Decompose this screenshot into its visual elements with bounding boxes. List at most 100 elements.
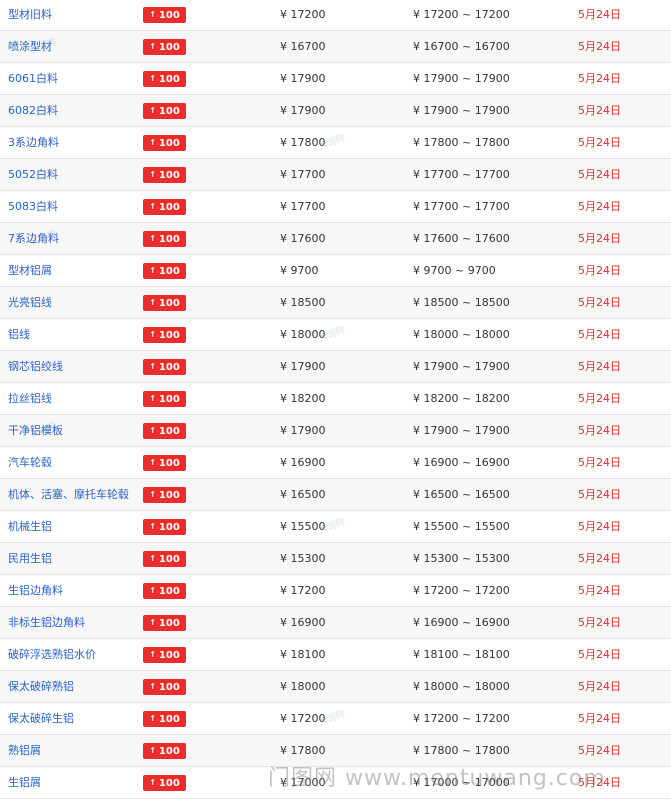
average-price: ¥ 17600 — [280, 232, 326, 245]
up-arrow-icon: ↑ — [149, 106, 156, 115]
product-name-link[interactable]: 保太破碎生铝 — [8, 703, 74, 734]
product-name-link[interactable]: 钢芯铝绞线 — [8, 351, 63, 382]
average-price: ¥ 16700 — [280, 40, 326, 53]
table-row: 3系边角料 ↑ 100 ¥ 17800 ¥ 17800 ~ 17800 5月24日 大润网 — [0, 127, 671, 159]
price-range: ¥ 17600 ~ 17600 — [413, 232, 510, 245]
up-arrow-icon: ↑ — [149, 714, 156, 723]
product-name-link[interactable]: 铝线 — [8, 319, 30, 350]
product-name-link[interactable]: 机械生铝 — [8, 511, 52, 542]
price-range: ¥ 16700 ~ 16700 — [413, 40, 510, 53]
change-value: 100 — [158, 330, 180, 341]
average-price: ¥ 16500 — [280, 488, 326, 501]
change-badge: ↑ 100 — [143, 519, 186, 535]
change-value: 100 — [158, 458, 180, 469]
update-date: 5月24日 — [578, 360, 621, 373]
change-value: 100 — [158, 522, 180, 533]
change-value: 100 — [158, 618, 180, 629]
price-range: ¥ 17200 ~ 17200 — [413, 712, 510, 725]
update-date: 5月24日 — [578, 648, 621, 661]
table-row: 6082白料 ↑ 100 ¥ 17900 ¥ 17900 ~ 17900 5月24日 — [0, 95, 671, 127]
product-name-link[interactable]: 光亮铝线 — [8, 287, 52, 318]
product-name-link[interactable]: 拉丝铝线 — [8, 383, 52, 414]
average-price: ¥ 17900 — [280, 104, 326, 117]
change-badge: ↑ 100 — [143, 487, 186, 503]
product-name-link[interactable]: 生铝边角料 — [8, 575, 63, 606]
update-date: 5月24日 — [578, 520, 621, 533]
product-name-link[interactable]: 民用生铝 — [8, 543, 52, 574]
change-value: 100 — [158, 202, 180, 213]
update-date: 5月24日 — [578, 296, 621, 309]
change-badge: ↑ 100 — [143, 7, 186, 23]
product-name-link[interactable]: 喷涂型材 — [8, 31, 52, 62]
product-name-link[interactable]: 5052白料 — [8, 159, 58, 190]
change-badge: ↑ 100 — [143, 551, 186, 567]
change-value: 100 — [158, 10, 180, 21]
table-row: 机械生铝 ↑ 100 ¥ 15500 ¥ 15500 ~ 15500 5月24日 大润网 — [0, 511, 671, 543]
product-name-link[interactable]: 5083白料 — [8, 191, 58, 222]
average-price: ¥ 18200 — [280, 392, 326, 405]
product-name-link[interactable]: 型材铝屑 — [8, 255, 52, 286]
change-value: 100 — [158, 714, 180, 725]
update-date: 5月24日 — [578, 8, 621, 21]
price-range: ¥ 16900 ~ 16900 — [413, 616, 510, 629]
change-value: 100 — [158, 682, 180, 693]
table-row: 型材铝屑 ↑ 100 ¥ 9700 ¥ 9700 ~ 9700 5月24日 — [0, 255, 671, 287]
product-name-link[interactable]: 保太破碎熟铝 — [8, 671, 74, 702]
up-arrow-icon: ↑ — [149, 586, 156, 595]
update-date: 5月24日 — [578, 168, 621, 181]
product-name-link[interactable]: 生铝屑 — [8, 767, 41, 798]
update-date: 5月24日 — [578, 136, 621, 149]
up-arrow-icon: ↑ — [149, 394, 156, 403]
table-row: 铝线 ↑ 100 ¥ 18000 ¥ 18000 ~ 18000 5月24日 大润网 — [0, 319, 671, 351]
update-date: 5月24日 — [578, 456, 621, 469]
up-arrow-icon: ↑ — [149, 10, 156, 19]
average-price: ¥ 18500 — [280, 296, 326, 309]
average-price: ¥ 17800 — [280, 136, 326, 149]
change-value: 100 — [158, 170, 180, 181]
average-price: ¥ 17700 — [280, 200, 326, 213]
product-name-link[interactable]: 干净铝模板 — [8, 415, 63, 446]
table-row: 钢芯铝绞线 ↑ 100 ¥ 17900 ¥ 17900 ~ 17900 5月24日 — [0, 351, 671, 383]
product-name-link[interactable]: 6061白料 — [8, 63, 58, 94]
average-price: ¥ 18000 — [280, 328, 326, 341]
update-date: 5月24日 — [578, 40, 621, 53]
price-range: ¥ 17700 ~ 17700 — [413, 200, 510, 213]
change-badge: ↑ 100 — [143, 391, 186, 407]
product-name-link[interactable]: 非标生铝边角料 — [8, 607, 85, 638]
table-row: 7系边角料 ↑ 100 ¥ 17600 ¥ 17600 ~ 17600 5月24日 大润网 — [0, 223, 671, 255]
up-arrow-icon: ↑ — [149, 746, 156, 755]
update-date: 5月24日 — [578, 488, 621, 501]
up-arrow-icon: ↑ — [149, 682, 156, 691]
change-value: 100 — [158, 778, 180, 789]
change-value: 100 — [158, 426, 180, 437]
change-badge: ↑ 100 — [143, 327, 186, 343]
price-table: 型材旧料 ↑ 100 ¥ 17200 ¥ 17200 ~ 17200 5月24日 喷涂型材 ↑… — [0, 0, 671, 800]
change-badge: ↑ 100 — [143, 199, 186, 215]
change-badge: ↑ 100 — [143, 679, 186, 695]
price-range: ¥ 17900 ~ 17900 — [413, 360, 510, 373]
table-row: 保太破碎熟铝 ↑ 100 ¥ 18000 ¥ 18000 ~ 18000 5月24日 — [0, 671, 671, 703]
product-name-link[interactable]: 7系边角料 — [8, 223, 59, 254]
price-range: ¥ 16900 ~ 16900 — [413, 456, 510, 469]
average-price: ¥ 17000 — [280, 776, 326, 789]
update-date: 5月24日 — [578, 104, 621, 117]
price-range: ¥ 17900 ~ 17900 — [413, 104, 510, 117]
product-name-link[interactable]: 3系边角料 — [8, 127, 59, 158]
change-badge: ↑ 100 — [143, 359, 186, 375]
product-name-link[interactable]: 破碎浮选熟铝水价 — [8, 639, 96, 670]
update-date: 5月24日 — [578, 392, 621, 405]
change-badge: ↑ 100 — [143, 423, 186, 439]
product-name-link[interactable]: 机体、活塞、摩托车轮毂 — [8, 479, 129, 510]
product-name-link[interactable]: 型材旧料 — [8, 0, 52, 30]
average-price: ¥ 17200 — [280, 584, 326, 597]
up-arrow-icon: ↑ — [149, 490, 156, 499]
average-price: ¥ 16900 — [280, 456, 326, 469]
product-name-link[interactable]: 熟铝屑 — [8, 735, 41, 766]
table-row: 光亮铝线 ↑ 100 ¥ 18500 ¥ 18500 ~ 18500 5月24日 — [0, 287, 671, 319]
table-row: 型材旧料 ↑ 100 ¥ 17200 ¥ 17200 ~ 17200 5月24日 — [0, 0, 671, 31]
product-name-link[interactable]: 6082白料 — [8, 95, 58, 126]
average-price: ¥ 17800 — [280, 744, 326, 757]
table-row: 机体、活塞、摩托车轮毂 ↑ 100 ¥ 16500 ¥ 16500 ~ 16500 5月2… — [0, 479, 671, 511]
product-name-link[interactable]: 汽车轮毂 — [8, 447, 52, 478]
change-badge: ↑ 100 — [143, 71, 186, 87]
